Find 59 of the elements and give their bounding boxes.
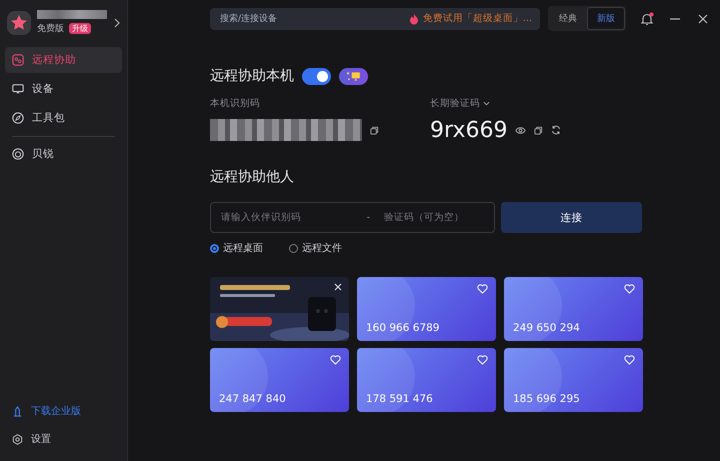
sidebar-item[interactable]: 设备 — [5, 76, 122, 102]
close-icon[interactable] — [696, 12, 710, 26]
code-type-dropdown[interactable]: 长期验证码 — [430, 97, 562, 110]
sparkle-monitor-icon — [346, 70, 361, 82]
device-card[interactable]: 160 966 6789 — [357, 277, 496, 341]
device-card[interactable]: 249 650 294 — [504, 277, 643, 341]
settings-icon — [12, 434, 23, 444]
field-label: 本机识别码 — [210, 97, 261, 110]
device-card[interactable]: 247 847 840 — [210, 348, 349, 412]
monitor-icon — [12, 83, 24, 95]
ring-icon — [12, 148, 24, 160]
sidebar-item[interactable]: 工具包 — [5, 105, 122, 131]
heart-icon[interactable] — [624, 355, 635, 365]
close-icon[interactable] — [334, 283, 342, 291]
heart-icon[interactable] — [477, 284, 488, 294]
sidebar-item[interactable]: 远程协助 — [5, 47, 122, 73]
caret-icon — [483, 100, 490, 107]
remote-icon — [12, 54, 24, 66]
compass-icon — [12, 112, 24, 124]
refresh-icon[interactable] — [551, 125, 562, 135]
separator: - — [366, 212, 370, 223]
heart-icon[interactable] — [624, 284, 635, 294]
avatar-icon — [7, 10, 31, 34]
heart-icon[interactable] — [477, 355, 488, 365]
radio-option[interactable]: 远程文件 — [289, 241, 342, 255]
flame-icon — [408, 12, 419, 24]
section-title: 远程协助本机 — [210, 67, 294, 85]
verification-code: 9rx669 — [430, 118, 508, 142]
device-card[interactable]: 185 696 295 — [504, 348, 643, 412]
eye-icon[interactable] — [515, 124, 526, 136]
device-number: 160 966 6789 — [366, 322, 440, 334]
plan-label: 免费版 — [37, 22, 64, 35]
mode-tab[interactable]: 新版 — [587, 7, 625, 30]
device-number: 249 650 294 — [513, 322, 580, 334]
sidebar-item[interactable]: 贝锐 — [5, 141, 122, 167]
toggle-switch[interactable] — [302, 68, 331, 84]
connect-button[interactable]: 连接 — [501, 202, 642, 233]
search-field[interactable]: 搜索/连接设备 免费试用「超级桌面」... — [210, 8, 540, 30]
screen-button[interactable] — [339, 68, 368, 84]
promo-link[interactable]: 免费试用「超级桌面」... — [422, 12, 532, 25]
verification-code-field[interactable]: 验证码（可为空） — [382, 211, 486, 224]
section-title: 远程协助他人 — [210, 168, 295, 186]
device-number: 178 591 476 — [366, 393, 433, 405]
device-number: 185 696 295 — [513, 393, 580, 405]
device-number: 247 847 840 — [219, 393, 286, 405]
heart-icon[interactable] — [330, 355, 341, 365]
download-link[interactable]: 下载企业版 — [5, 399, 122, 423]
radio-option[interactable]: 远程桌面 — [210, 241, 263, 255]
copy-icon[interactable] — [534, 126, 544, 134]
copy-icon[interactable] — [370, 126, 379, 134]
settings-item[interactable]: 设置 — [5, 427, 122, 451]
upgrade-badge[interactable]: 升级 — [69, 23, 91, 34]
chevron-right-icon[interactable] — [113, 18, 121, 28]
partner-id-field[interactable]: 请输入伙伴识别码 — [219, 211, 355, 224]
device-card[interactable]: 178 591 476 — [357, 348, 496, 412]
mode-tab[interactable]: 经典 — [549, 7, 587, 30]
building-icon — [12, 406, 23, 416]
blurred-username — [37, 10, 107, 19]
bell-icon[interactable] — [640, 12, 654, 26]
